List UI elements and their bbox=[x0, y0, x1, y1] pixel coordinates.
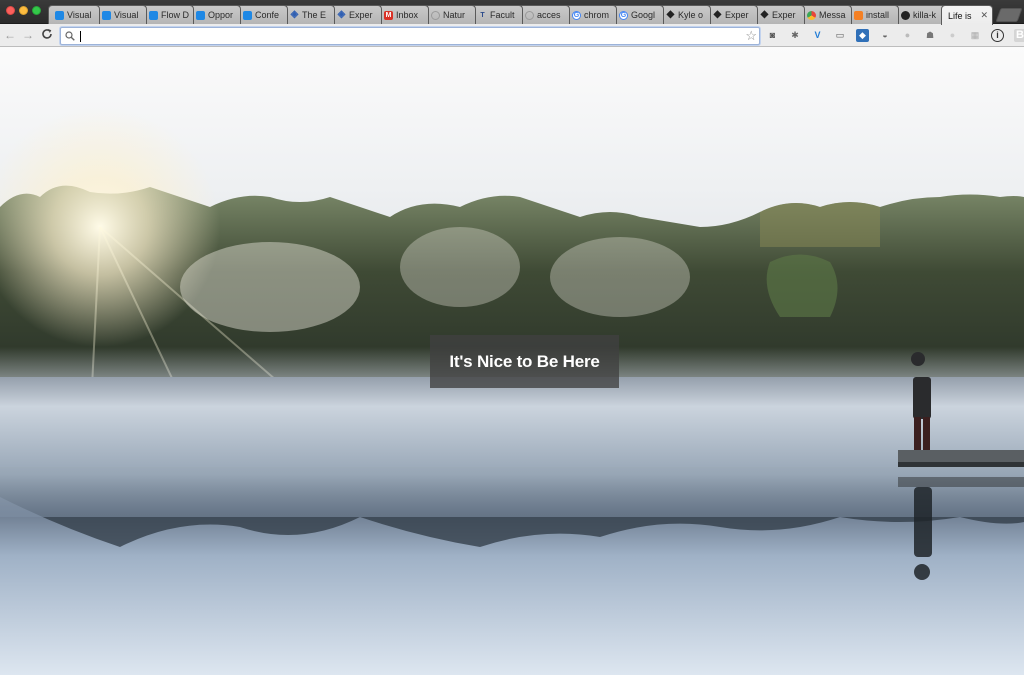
tab-label: chrom bbox=[584, 10, 610, 20]
tab-label: Exper bbox=[349, 10, 373, 20]
tabs-container: Visual Visual Flow D Oppor Confe ◈ The E ◈ Exper… bbox=[48, 5, 1024, 25]
tab-label: Oppor bbox=[208, 10, 234, 20]
page-content: It's Nice to Be Here bbox=[0, 47, 1024, 675]
tab-label: Life is bbox=[948, 10, 972, 21]
vue-devtools-icon[interactable]: V bbox=[811, 29, 824, 42]
tab[interactable]: Confe bbox=[236, 5, 288, 24]
tab[interactable]: ◆ Kyle o bbox=[659, 5, 711, 24]
tab-label: Flow D bbox=[161, 10, 190, 20]
tab-label: The E bbox=[302, 10, 327, 20]
blank-icon bbox=[525, 10, 534, 20]
vs-icon bbox=[55, 10, 64, 20]
vs-icon bbox=[196, 10, 205, 20]
tab[interactable]: Natur bbox=[424, 5, 476, 24]
tab-strip: Visual Visual Flow D Oppor Confe ◈ The E ◈ Exper… bbox=[0, 0, 1024, 25]
address-input[interactable] bbox=[79, 29, 739, 43]
tulsa-icon: T bbox=[480, 11, 485, 19]
tab[interactable]: Flow D bbox=[142, 5, 194, 24]
search-icon bbox=[65, 31, 75, 41]
tab-label: Exper bbox=[725, 10, 749, 20]
tab[interactable]: G Googl bbox=[612, 5, 664, 24]
gmail-icon: M bbox=[384, 10, 393, 20]
toolbar: ← → ☆ ◙ ✱ V ▭ ◆ ◒ ● ☗ ● ▦ i B bbox=[0, 24, 1024, 47]
tab-active[interactable]: Life is ✕ bbox=[941, 5, 993, 25]
bookmark-star-icon[interactable]: ☆ bbox=[745, 28, 757, 44]
back-button[interactable]: ← bbox=[3, 28, 17, 42]
github-icon bbox=[901, 10, 910, 20]
vs-icon bbox=[102, 10, 111, 20]
tab-label: Confe bbox=[255, 10, 280, 20]
bug-icon[interactable]: ✱ bbox=[789, 29, 802, 42]
tab-label: killa-k bbox=[913, 10, 937, 20]
tab[interactable]: ◆ Exper bbox=[706, 5, 758, 24]
tab[interactable]: killa-k bbox=[894, 5, 946, 24]
info-icon[interactable]: i bbox=[991, 29, 1004, 42]
stackoverflow-icon bbox=[854, 10, 863, 20]
vs-icon bbox=[243, 10, 252, 20]
pocket-icon[interactable]: ◙ bbox=[766, 29, 779, 42]
tab-label: Exper bbox=[772, 10, 796, 20]
blank-icon bbox=[431, 10, 440, 20]
grid-icon[interactable]: ▦ bbox=[969, 29, 982, 42]
close-tab-icon[interactable]: ✕ bbox=[980, 10, 988, 21]
codepen-icon: ◆ bbox=[713, 9, 722, 20]
reload-icon bbox=[42, 29, 52, 39]
tab[interactable]: Messa bbox=[800, 5, 852, 24]
tab-label: Visual bbox=[114, 10, 139, 20]
cast-icon[interactable]: ▭ bbox=[834, 29, 847, 42]
codepen-icon: ◆ bbox=[760, 9, 769, 20]
tab-label: acces bbox=[537, 10, 561, 20]
b-extension-icon[interactable]: B bbox=[1013, 29, 1024, 42]
tab[interactable]: Visual bbox=[95, 5, 147, 24]
chrome-icon bbox=[807, 10, 816, 20]
tab[interactable]: ◆ Exper bbox=[753, 5, 805, 24]
hero-title-box: It's Nice to Be Here bbox=[430, 335, 619, 388]
tab[interactable]: ◈ The E bbox=[283, 5, 335, 24]
google-icon: G bbox=[619, 10, 628, 20]
tab[interactable]: T Facult bbox=[471, 5, 523, 24]
tab-label: Facult bbox=[490, 10, 515, 20]
ghostery-icon[interactable]: ☗ bbox=[924, 29, 937, 42]
reload-button[interactable] bbox=[40, 28, 54, 42]
tab[interactable]: acces bbox=[518, 5, 570, 24]
tab[interactable]: install bbox=[847, 5, 899, 24]
eye-icon: ◈ bbox=[290, 9, 299, 20]
new-tab-button[interactable] bbox=[995, 8, 1023, 22]
omnibox[interactable]: ☆ bbox=[60, 27, 760, 45]
window-close-button[interactable] bbox=[6, 6, 15, 15]
tab-label: Visual bbox=[67, 10, 92, 20]
feedly-icon[interactable]: ◆ bbox=[856, 29, 869, 42]
tab[interactable]: Gchrom bbox=[565, 5, 617, 24]
disabled-icon[interactable]: ● bbox=[901, 29, 914, 42]
codepen-icon: ◆ bbox=[666, 9, 675, 20]
window-minimize-button[interactable] bbox=[19, 6, 28, 15]
forward-button[interactable]: → bbox=[21, 28, 35, 42]
hero-title: It's Nice to Be Here bbox=[449, 351, 600, 371]
chat-icon[interactable]: ● bbox=[946, 29, 959, 42]
tab[interactable]: Visual bbox=[48, 5, 100, 24]
text-caret bbox=[80, 31, 81, 42]
tab[interactable]: ◈ Exper bbox=[330, 5, 382, 24]
google-icon: G bbox=[572, 10, 581, 20]
tab-label: Kyle o bbox=[678, 10, 704, 20]
eye-icon: ◈ bbox=[337, 9, 346, 20]
tab-label: Natur bbox=[443, 10, 466, 20]
tab-label: Inbox bbox=[396, 10, 419, 20]
tab[interactable]: Oppor bbox=[189, 5, 241, 24]
tab[interactable]: M Inbox bbox=[377, 5, 429, 24]
tab-label: install bbox=[866, 10, 890, 20]
window-zoom-button[interactable] bbox=[32, 6, 41, 15]
shield-icon[interactable]: ◒ bbox=[879, 29, 892, 42]
vs-icon bbox=[149, 10, 158, 20]
tab-label: Googl bbox=[631, 10, 656, 20]
tab-label: Messa bbox=[819, 10, 846, 20]
